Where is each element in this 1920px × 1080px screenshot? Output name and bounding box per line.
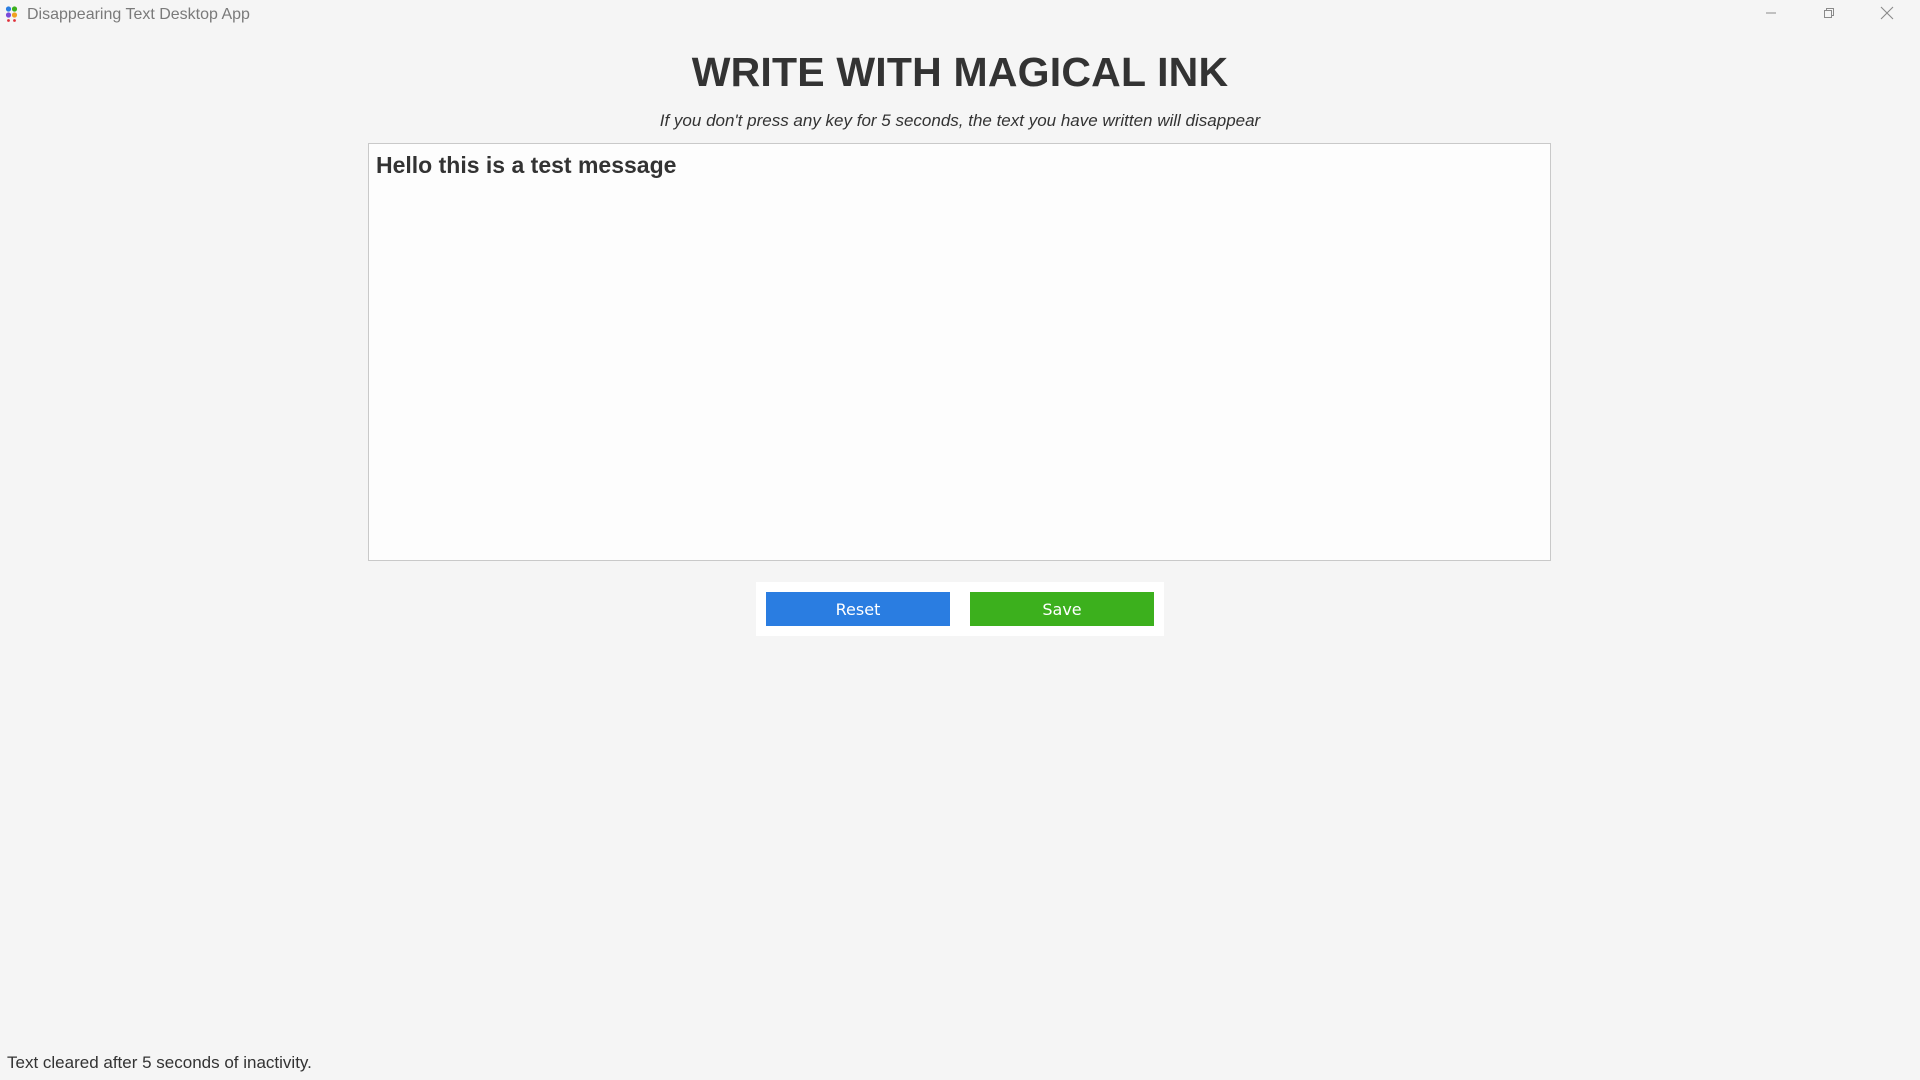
close-icon (1880, 6, 1894, 25)
close-button[interactable] (1858, 0, 1916, 30)
maximize-button[interactable] (1800, 0, 1858, 30)
page-subtitle: If you don't press any key for 5 seconds… (659, 111, 1261, 130)
app-window: Disappearing Text Desktop App WRITE WITH… (0, 0, 1920, 1080)
restore-icon (1823, 6, 1835, 24)
app-icon (5, 6, 21, 22)
page-title: WRITE WITH MAGICAL INK (691, 49, 1229, 95)
status-message: Text cleared after 5 seconds of inactivi… (7, 1053, 312, 1072)
title-bar: Disappearing Text Desktop App (0, 0, 1920, 30)
reset-button[interactable]: Reset (766, 592, 950, 626)
button-panel: Reset Save (756, 582, 1164, 636)
text-editor[interactable]: Hello this is a test message (368, 143, 1551, 561)
save-button[interactable]: Save (970, 592, 1154, 626)
window-title: Disappearing Text Desktop App (27, 6, 250, 23)
minimize-button[interactable] (1742, 0, 1800, 30)
minimize-icon (1765, 6, 1777, 24)
